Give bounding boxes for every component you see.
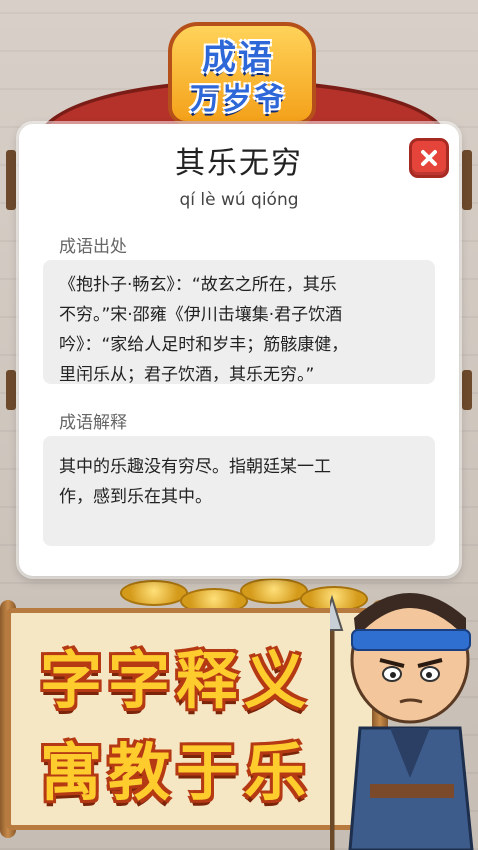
background-post <box>6 370 16 410</box>
coin <box>120 580 188 606</box>
explanation-text-box: 其中的乐趣没有穷尽。指朝廷某一工 作，感到乐在其中。 <box>43 436 435 546</box>
background-post <box>462 370 472 410</box>
idiom-detail-dialog: 其乐无穷 qí lè wú qióng 成语出处 《抱扑子·畅玄》：“故玄之所在… <box>19 124 459 576</box>
logo-line2: 万岁爷 <box>190 82 286 117</box>
coin <box>240 578 308 604</box>
source-line: 《抱扑子·畅玄》：“故玄之所在，其乐 <box>59 275 337 295</box>
logo-line1: 成语 <box>202 38 274 78</box>
background-post <box>6 150 16 210</box>
explanation-label: 成语解释 <box>59 413 127 433</box>
idiom-pinyin: qí lè wú qióng <box>179 190 299 210</box>
source-line: 吟》：“家给人足时和岁丰；筋骸康健， <box>59 335 349 355</box>
source-line: 里闬乐从；君子饮酒，其乐无穷。” <box>59 365 315 385</box>
source-text-box: 《抱扑子·畅玄》：“故玄之所在，其乐 不穷。”宋·邵雍《伊川击壤集·君子饮酒 吟… <box>43 260 435 385</box>
slogan-line1: 字字释义 <box>40 644 313 717</box>
background-post <box>462 150 472 210</box>
slogan-line2: 寓教于乐 <box>40 736 313 809</box>
source-label: 成语出处 <box>59 237 127 257</box>
idiom-title: 其乐无穷 <box>175 146 303 181</box>
warrior-character-illustration <box>330 593 474 850</box>
source-line: 不穷。”宋·邵雍《伊川击壤集·君子饮酒 <box>59 305 343 325</box>
explanation-line: 作，感到乐在其中。 <box>59 487 212 507</box>
explanation-line: 其中的乐趣没有穷尽。指朝廷某一工 <box>59 457 331 477</box>
app-logo: 成语 万岁爷 <box>168 16 316 126</box>
close-button[interactable] <box>409 138 449 178</box>
close-icon <box>421 150 437 166</box>
